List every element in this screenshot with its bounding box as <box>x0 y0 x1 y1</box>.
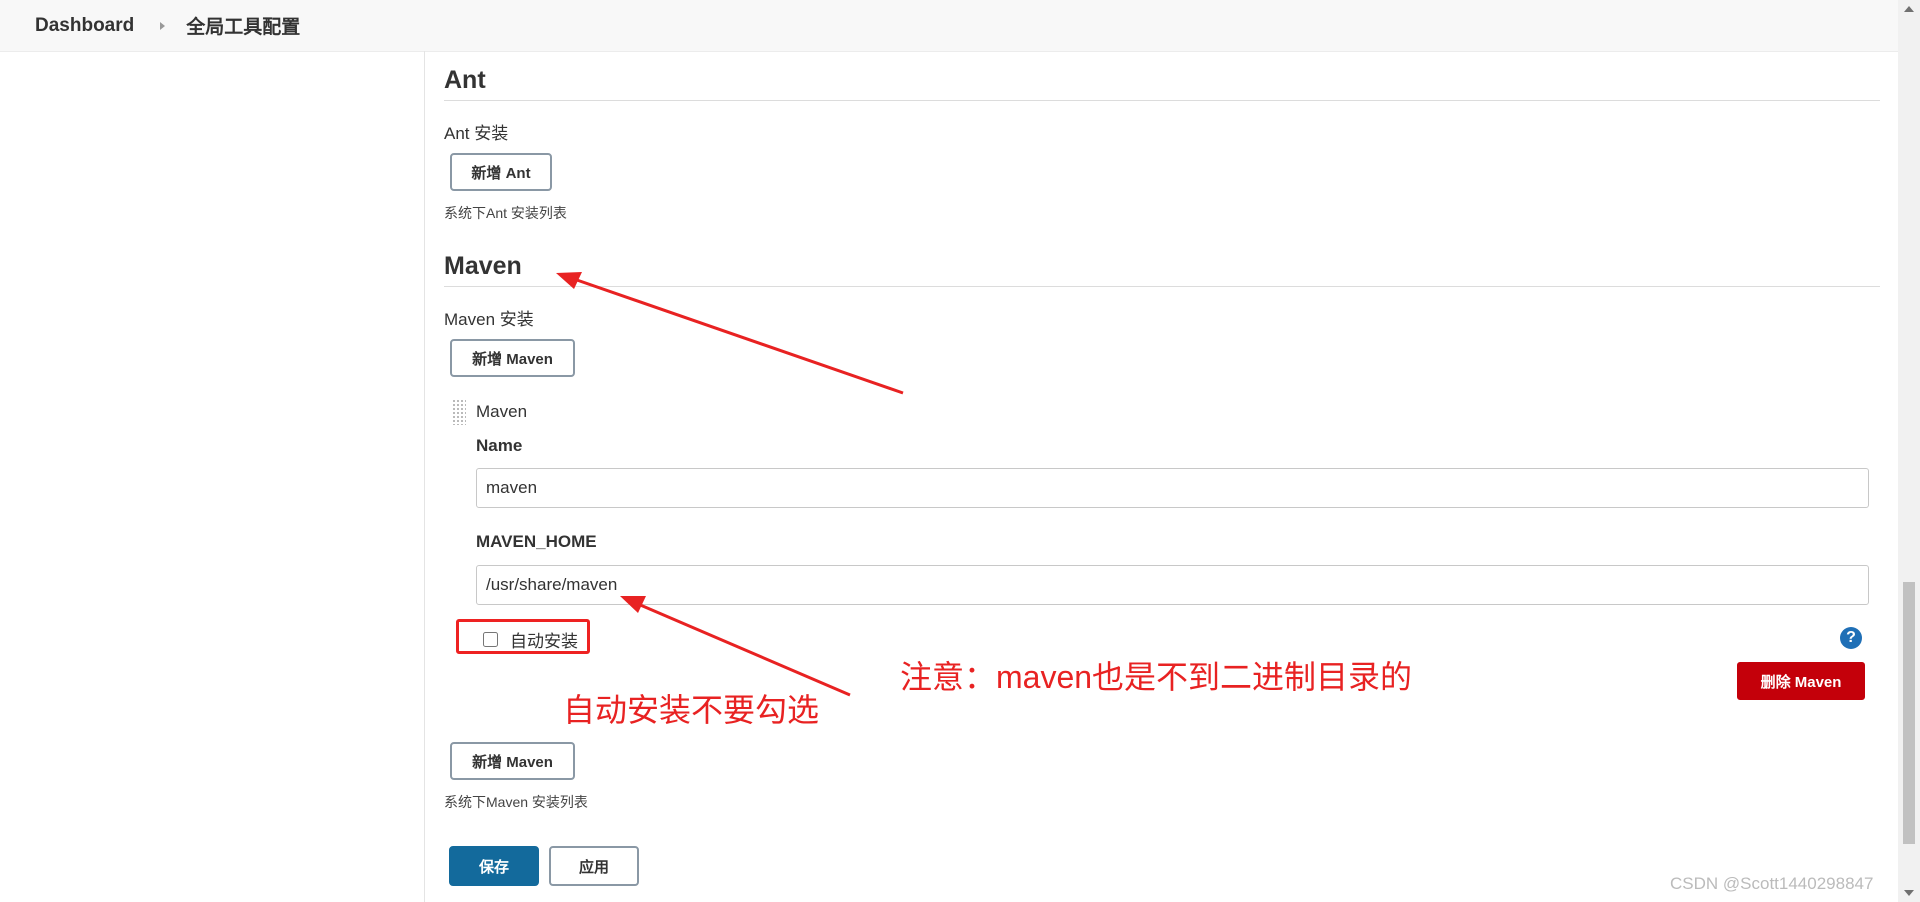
scrollbar[interactable] <box>1898 0 1920 902</box>
arrow-line-to-maven-title <box>573 277 904 395</box>
scrollbar-thumb[interactable] <box>1903 582 1915 844</box>
scroll-up-icon[interactable] <box>1904 6 1914 12</box>
arrow-line-to-home-input <box>637 602 851 697</box>
watermark: CSDN @Scott1440298847 <box>1670 874 1874 893</box>
annotation-arrows <box>556 272 904 697</box>
scroll-down-icon[interactable] <box>1904 890 1914 896</box>
